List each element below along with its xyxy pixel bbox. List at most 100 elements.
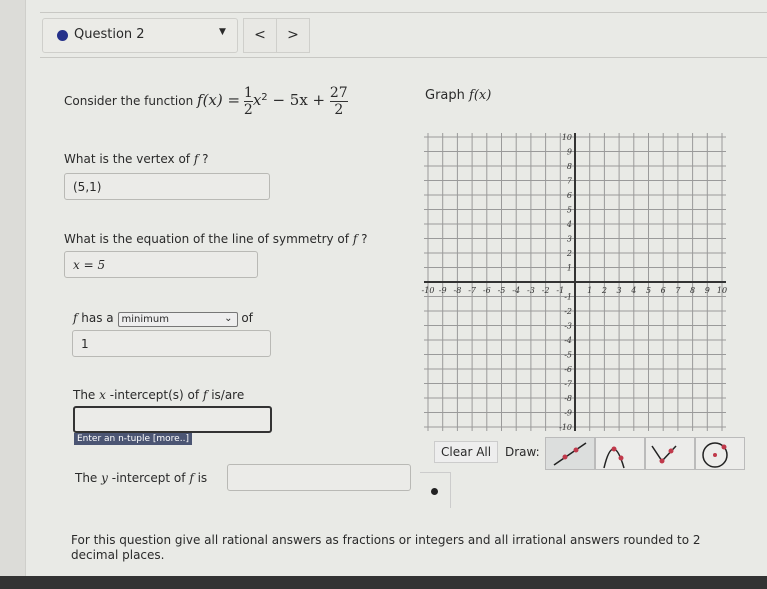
label: has a: [81, 311, 114, 325]
y-tick-label: -6: [564, 365, 572, 374]
circle-tool-icon[interactable]: [695, 437, 745, 470]
x-tick-label: 9: [705, 286, 710, 295]
line-tool-icon[interactable]: [545, 437, 595, 470]
f: f: [352, 232, 358, 246]
y-tick-label: -4: [564, 336, 572, 345]
point-tool-button[interactable]: [420, 472, 451, 508]
y-var: y: [101, 471, 108, 485]
x-tick-label: 10: [717, 286, 727, 295]
denominator: 2: [243, 102, 253, 118]
x-tick-label: -1: [556, 286, 564, 295]
x-tick-label: -7: [468, 286, 477, 295]
f: f: [73, 311, 78, 325]
label: is/are: [211, 388, 245, 402]
next-question-button[interactable]: >: [276, 18, 310, 53]
numerator: 1: [243, 85, 253, 102]
left-edge: [0, 0, 26, 589]
middle-terms: − 5x +: [267, 91, 330, 109]
x-tick-label: -3: [527, 286, 535, 295]
graph-title: Graph f(x): [425, 88, 491, 103]
x-tick-label: 6: [661, 286, 666, 295]
x-tick-label: -2: [542, 286, 550, 295]
x-intercept-question: The x -intercept(s) of f is/are: [73, 388, 244, 402]
draw-label: Draw:: [505, 445, 540, 459]
draw-toolbar: [545, 437, 745, 470]
x-intercept-input[interactable]: [73, 406, 272, 433]
y-tick-label: -3: [564, 322, 572, 331]
fraction: 27 2: [329, 85, 348, 118]
label: is: [197, 471, 208, 485]
footer-note: For this question give all rational answ…: [71, 533, 701, 562]
symmetry-input[interactable]: x = 5: [64, 251, 258, 278]
y-tick-label: 9: [567, 148, 572, 157]
x-tick-label: 7: [675, 286, 681, 295]
extreme-value-input[interactable]: 1: [72, 330, 271, 357]
y-tick-label: -10: [559, 423, 572, 432]
label: The: [75, 471, 98, 485]
x-tick-label: 1: [587, 286, 592, 295]
f: f(x): [469, 88, 492, 103]
denominator: 2: [334, 102, 344, 118]
extreme-question: f has a minimum ⌄ of: [73, 311, 253, 327]
x-var: x: [99, 388, 106, 402]
x-tick-label: -8: [454, 286, 462, 295]
label: -intercept(s) of: [109, 388, 200, 402]
y-tick-label: 3: [567, 235, 572, 244]
f: f: [189, 471, 194, 485]
divider: [40, 57, 767, 58]
label: The: [73, 388, 96, 402]
parabola-tool-icon[interactable]: [595, 437, 645, 470]
select-value: minimum: [121, 314, 169, 325]
x-tick-label: -10: [422, 286, 435, 295]
f: f: [202, 388, 208, 402]
label-end: ?: [202, 152, 209, 166]
x-tick-label: -4: [512, 286, 520, 295]
chevron-down-icon: ⌄: [224, 313, 233, 324]
y-tick-label: -8: [564, 394, 572, 403]
label: Graph: [425, 88, 465, 103]
screen-bezel: [0, 576, 767, 589]
y-intercept-question: The y -intercept of f is: [75, 471, 207, 485]
y-tick-label: -1: [564, 293, 572, 302]
extreme-select[interactable]: minimum ⌄: [117, 312, 238, 327]
y-tick-label: 8: [567, 162, 572, 171]
input-hint[interactable]: Enter an n-tuple [more..]: [74, 433, 192, 445]
label: -intercept of: [111, 471, 186, 485]
x-tick-label: 2: [601, 286, 607, 295]
function-statement: Consider the function f(x) = 1 2 x2 − 5x +…: [64, 85, 348, 118]
y-tick-label: -9: [564, 409, 572, 418]
x-tick-label: 4: [630, 286, 636, 295]
x-tick-label: -9: [439, 286, 447, 295]
prev-question-button[interactable]: <: [243, 18, 277, 53]
y-tick-label: -2: [564, 307, 572, 316]
y-tick-label: 5: [567, 206, 572, 215]
numerator: 27: [329, 85, 348, 102]
point-tool-icon: [431, 488, 438, 495]
clear-all-button[interactable]: Clear All: [434, 441, 499, 463]
label: What is the equation of the line of symm…: [64, 232, 349, 246]
status-dot: [57, 30, 68, 41]
caret-down-icon: ▼: [219, 27, 226, 37]
x-tick-label: -5: [498, 286, 506, 295]
graph-canvas[interactable]: -10 -9 -8 -7 -6 -5 -4 -3 -2 -1 1 2 3 4 5 6 7 8 9 10-10-9-8-…: [420, 125, 735, 435]
fraction: 12: [243, 85, 253, 118]
label: of: [241, 311, 253, 325]
y-tick-label: 2: [566, 249, 572, 258]
absolute-value-tool-icon[interactable]: [645, 437, 695, 470]
label: What is the vertex of: [64, 152, 191, 166]
question-select[interactable]: Question 2 ▼: [42, 18, 238, 53]
y-tick-label: 4: [566, 220, 572, 229]
question-label: Question 2: [74, 27, 145, 42]
f: f: [193, 152, 199, 166]
symmetry-question: What is the equation of the line of symm…: [64, 232, 367, 246]
x-tick-label: 8: [690, 286, 695, 295]
y-intercept-input[interactable]: [227, 464, 411, 491]
vertex-question: What is the vertex of f ?: [64, 152, 209, 166]
x-tick-label: -6: [483, 286, 491, 295]
y-tick-label: 10: [562, 133, 572, 142]
y-tick-label: 1: [567, 264, 572, 273]
function-lhs: f(x) =: [197, 91, 241, 109]
y-tick-label: -5: [564, 351, 572, 360]
y-tick-label: 6: [567, 191, 572, 200]
vertex-input[interactable]: (5,1): [64, 173, 270, 200]
